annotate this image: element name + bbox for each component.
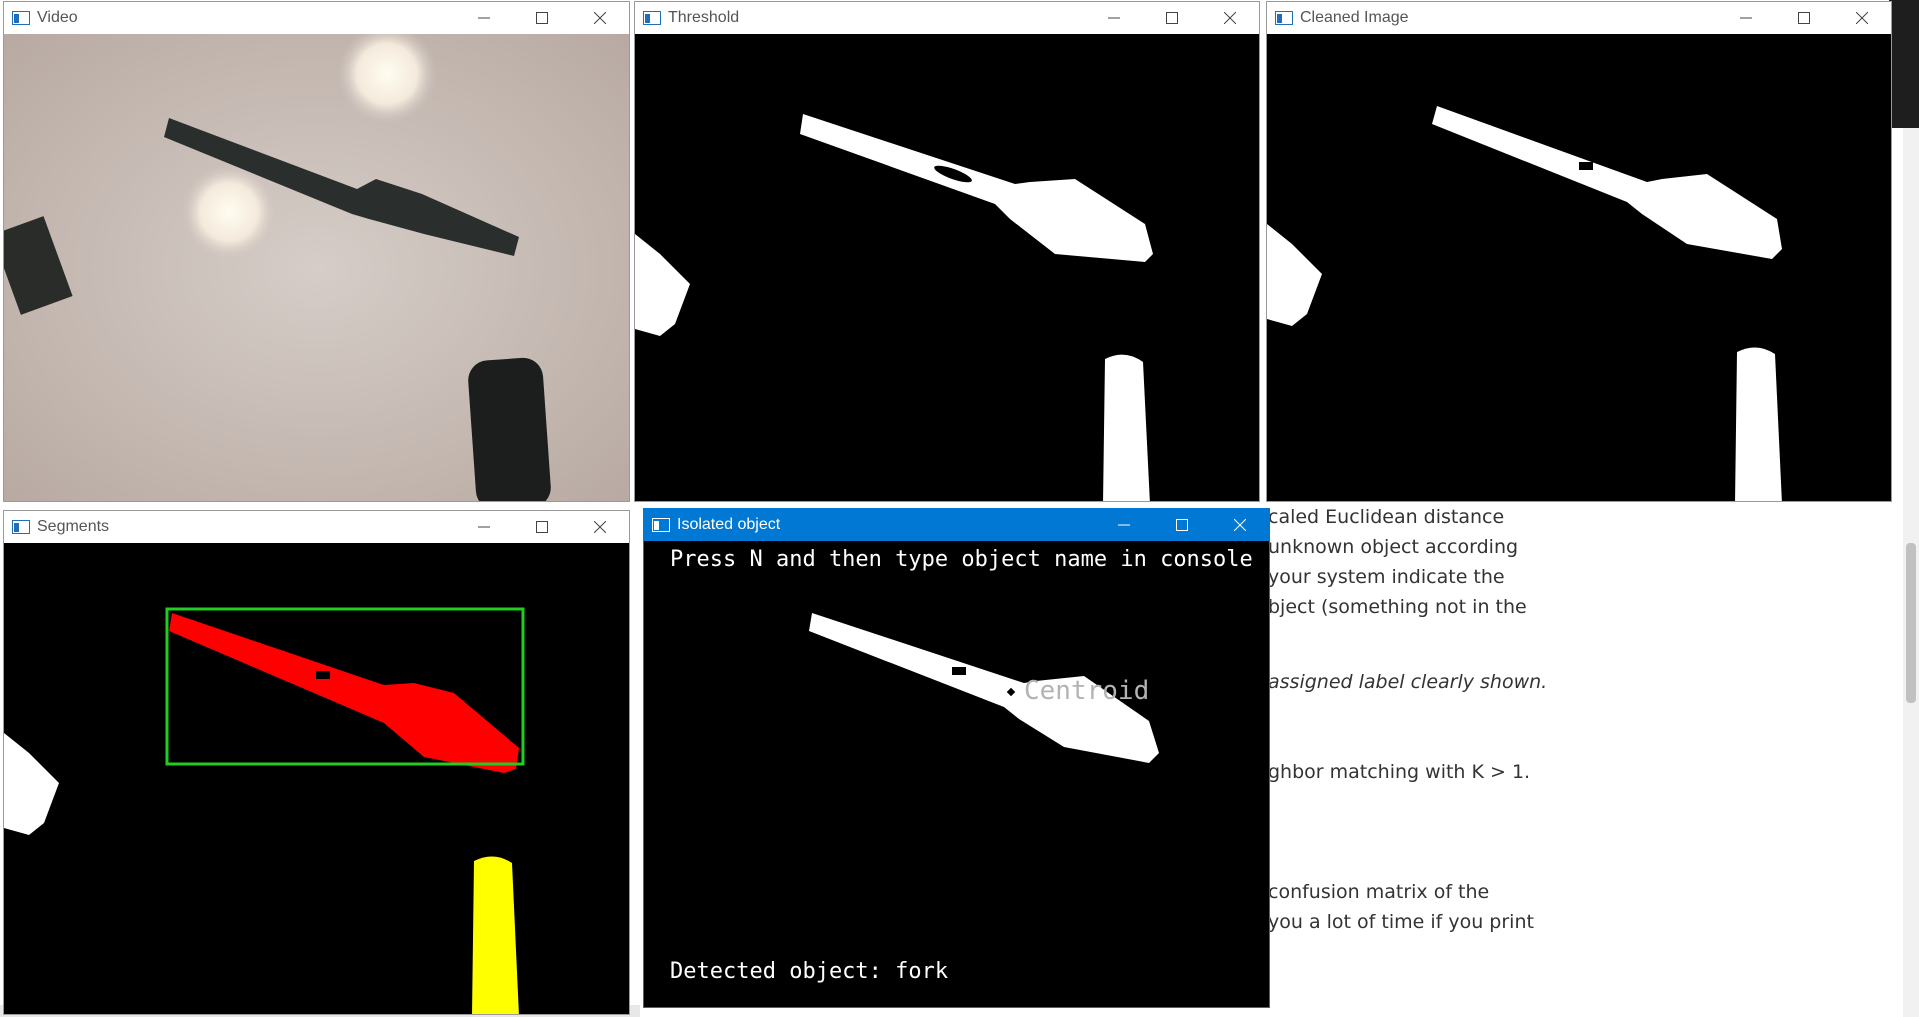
minimize-icon bbox=[478, 526, 490, 528]
close-icon bbox=[1224, 12, 1236, 24]
minimize-button[interactable] bbox=[1085, 2, 1143, 34]
isolated-image: Press N and then type object name in con… bbox=[644, 541, 1269, 1007]
close-button[interactable] bbox=[571, 511, 629, 543]
region-fork bbox=[169, 613, 519, 773]
app-window-icon bbox=[1275, 11, 1293, 25]
video-window[interactable]: Video bbox=[3, 1, 630, 502]
maximize-button[interactable] bbox=[1775, 2, 1833, 34]
doc-line: you a lot of time if you print bbox=[1268, 911, 1534, 933]
cleaned-window[interactable]: Cleaned Image bbox=[1266, 1, 1892, 502]
title-bar[interactable]: Threshold bbox=[635, 2, 1259, 34]
window-title: Video bbox=[37, 9, 78, 26]
window-title: Cleaned Image bbox=[1300, 9, 1409, 26]
doc-line: caled Euclidean distance bbox=[1268, 506, 1505, 528]
maximize-button[interactable] bbox=[1153, 509, 1211, 541]
maximize-icon bbox=[1166, 12, 1178, 24]
threshold-image bbox=[635, 34, 1259, 501]
minimize-icon bbox=[1118, 524, 1130, 526]
isolated-mask bbox=[809, 613, 1159, 763]
close-button[interactable] bbox=[1211, 509, 1269, 541]
app-window-icon bbox=[12, 520, 30, 534]
segments-image bbox=[4, 543, 629, 1014]
maximize-button[interactable] bbox=[513, 2, 571, 34]
title-bar[interactable]: Cleaned Image bbox=[1267, 2, 1891, 34]
region-left bbox=[4, 733, 59, 835]
video-frame-image bbox=[4, 34, 629, 501]
minimize-icon bbox=[1108, 17, 1120, 19]
segments-map bbox=[4, 607, 525, 1014]
doc-line: confusion matrix of the bbox=[1268, 881, 1490, 903]
minimize-button[interactable] bbox=[455, 2, 513, 34]
document-scrollbar[interactable] bbox=[1903, 128, 1919, 1017]
minimize-button[interactable] bbox=[1095, 509, 1153, 541]
segments-window[interactable]: Segments bbox=[3, 510, 630, 1015]
close-button[interactable] bbox=[571, 2, 629, 34]
close-icon bbox=[594, 12, 606, 24]
maximize-button[interactable] bbox=[513, 511, 571, 543]
maximize-icon bbox=[536, 12, 548, 24]
doc-line: unknown object according bbox=[1268, 536, 1519, 558]
cleaned-mask bbox=[1267, 106, 1782, 501]
minimize-icon bbox=[1740, 17, 1752, 19]
app-window-icon bbox=[652, 518, 670, 532]
close-icon bbox=[1856, 12, 1868, 24]
title-bar[interactable]: Segments bbox=[4, 511, 629, 543]
app-window-icon bbox=[643, 11, 661, 25]
doc-line: ghbor matching with K > 1. bbox=[1268, 761, 1531, 783]
region-marker bbox=[472, 856, 519, 1014]
scrollbar-thumb[interactable] bbox=[1906, 543, 1916, 703]
doc-line: assigned label clearly shown. bbox=[1268, 671, 1548, 693]
threshold-window[interactable]: Threshold bbox=[634, 1, 1260, 502]
minimize-button[interactable] bbox=[1717, 2, 1775, 34]
maximize-icon bbox=[536, 521, 548, 533]
title-bar[interactable]: Video bbox=[4, 2, 629, 34]
title-bar[interactable]: Isolated object bbox=[644, 509, 1269, 541]
centroid-label: Centroid bbox=[1024, 676, 1150, 706]
minimize-button[interactable] bbox=[455, 511, 513, 543]
detected-object-label: Detected object: fork bbox=[670, 959, 949, 984]
window-title: Isolated object bbox=[677, 516, 781, 533]
threshold-mask bbox=[635, 114, 1153, 501]
doc-line: bject (something not in the bbox=[1268, 596, 1527, 618]
editor-strip bbox=[1889, 0, 1919, 128]
maximize-icon bbox=[1176, 519, 1188, 531]
window-title: Threshold bbox=[668, 9, 740, 26]
cleaned-image bbox=[1267, 34, 1891, 501]
close-icon bbox=[1234, 519, 1246, 531]
isolated-object-window[interactable]: Isolated object Press N and then type ob… bbox=[643, 508, 1270, 1008]
close-icon bbox=[594, 521, 606, 533]
maximize-button[interactable] bbox=[1143, 2, 1201, 34]
minimize-icon bbox=[478, 17, 490, 19]
doc-line: your system indicate the bbox=[1268, 566, 1505, 588]
close-button[interactable] bbox=[1201, 2, 1259, 34]
maximize-icon bbox=[1798, 12, 1810, 24]
window-title: Segments bbox=[37, 518, 110, 535]
app-window-icon bbox=[12, 11, 30, 25]
video-frame bbox=[4, 34, 629, 501]
close-button[interactable] bbox=[1833, 2, 1891, 34]
instruction-text: Press N and then type object name in con… bbox=[670, 547, 1253, 572]
